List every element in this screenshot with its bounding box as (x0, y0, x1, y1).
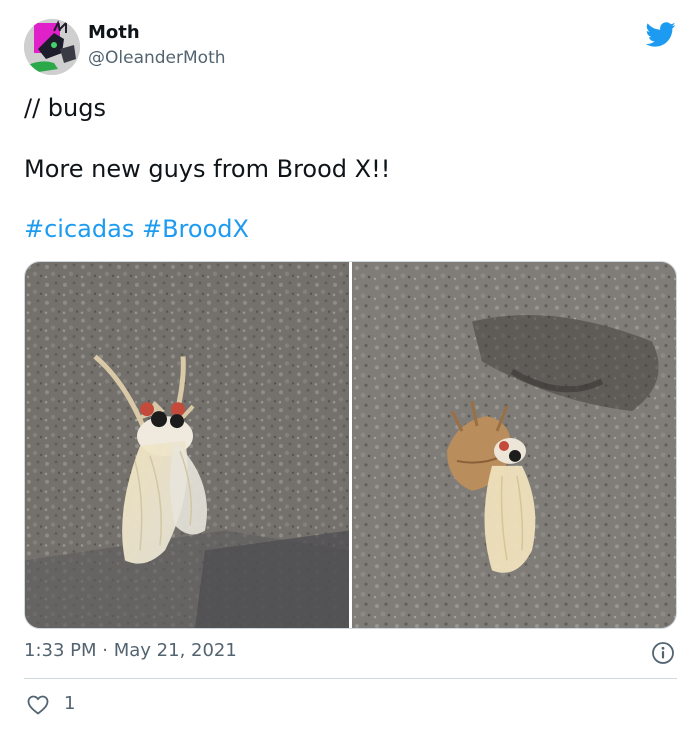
hashtag-link-broodx[interactable]: #BroodX (142, 215, 249, 243)
heart-icon (27, 695, 49, 715)
timestamp-date: May 21, 2021 (113, 640, 237, 661)
avatar[interactable] (24, 19, 80, 75)
author-name[interactable]: Moth (88, 22, 140, 44)
divider (24, 678, 677, 679)
hashtag-link-cicadas[interactable]: #cicadas (24, 215, 134, 243)
tweet-card: Moth @OleanderMoth // bugs More new guys… (0, 0, 700, 732)
photo-cicada-on-rock[interactable] (25, 262, 349, 628)
like-button[interactable]: 1 (24, 692, 94, 718)
like-count: 1 (64, 693, 76, 714)
hashtags: #cicadas #BroodX (24, 214, 249, 244)
tweet-text-line: // bugs (24, 94, 106, 122)
info-icon[interactable] (651, 641, 675, 665)
timestamp-time: 1:33 PM (24, 640, 97, 661)
twitter-bird-icon[interactable] (645, 19, 677, 49)
tweet-timestamp[interactable]: 1:33 PM · May 21, 2021 (24, 640, 237, 662)
timestamp-separator: · (102, 640, 108, 661)
avatar-image (24, 19, 80, 75)
photo-cicada-emerging-from-shell[interactable] (352, 262, 676, 628)
media-grid (24, 261, 677, 629)
author-handle[interactable]: @OleanderMoth (88, 47, 226, 69)
tweet-text-line: More new guys from Brood X!! (24, 155, 391, 183)
